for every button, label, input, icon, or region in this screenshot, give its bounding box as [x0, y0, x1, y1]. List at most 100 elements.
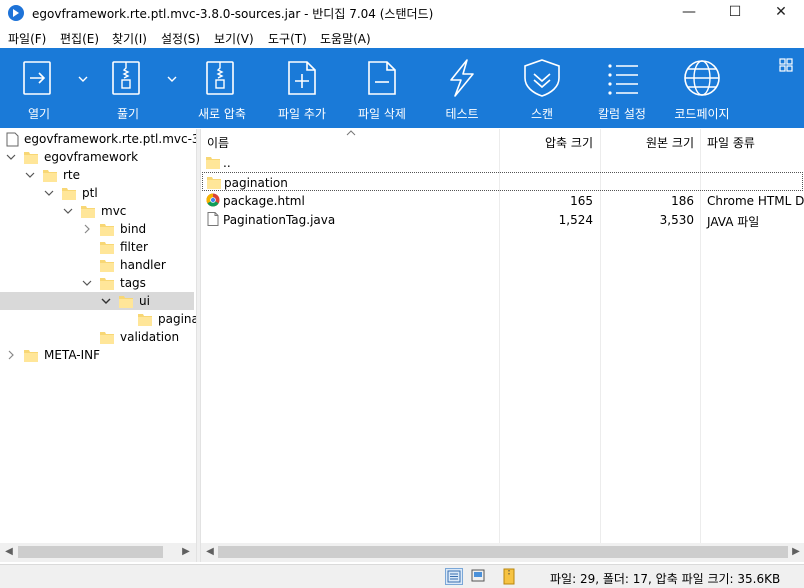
scan-label: 스캔: [530, 107, 554, 121]
tree-item-tags[interactable]: tags: [0, 274, 196, 292]
menu-help[interactable]: 도움말(A): [320, 30, 371, 47]
tree-item-bind[interactable]: bind: [0, 220, 196, 238]
preview-view-button[interactable]: [470, 568, 488, 585]
add-file-button[interactable]: 파일 추가: [263, 48, 341, 128]
new-archive-icon: [183, 58, 261, 98]
extract-dropdown-icon[interactable]: [166, 74, 178, 84]
tree-item-handler[interactable]: handler: [0, 256, 196, 274]
menu-tools[interactable]: 도구(T): [268, 30, 307, 47]
chevron-down-icon[interactable]: [81, 277, 93, 289]
tree-item-mvc[interactable]: mvc: [0, 202, 196, 220]
column-header-packed-size[interactable]: 압축 크기: [501, 129, 593, 151]
scrollbar-thumb[interactable]: [18, 546, 163, 558]
list-horizontal-scrollbar[interactable]: ◀ ▶: [201, 543, 804, 562]
scan-icon: [503, 58, 581, 98]
folder-icon: [100, 260, 114, 272]
menu-file[interactable]: 파일(F): [8, 30, 46, 47]
file-name: ..: [223, 156, 231, 170]
details-view-button[interactable]: [445, 568, 463, 585]
test-button[interactable]: 테스트: [423, 48, 501, 128]
folder-icon: [62, 188, 76, 200]
window-title: egovframework.rte.ptl.mvc-3.8.0-sources.…: [32, 7, 434, 21]
minimize-button[interactable]: —: [666, 0, 712, 26]
chevron-down-icon[interactable]: [24, 169, 36, 181]
archive-file-icon: [6, 132, 19, 147]
menu-find[interactable]: 찾기(I): [112, 30, 147, 47]
folder-icon: [138, 314, 152, 326]
packed-size: 1,524: [558, 213, 593, 227]
tree-item-rte[interactable]: rte: [0, 166, 196, 184]
new-archive-button[interactable]: 새로 압축: [183, 48, 261, 128]
folder-icon: [100, 332, 114, 344]
archive-info-icon: [503, 568, 515, 585]
preview-view-icon: [471, 569, 485, 582]
open-button[interactable]: 열기: [0, 48, 78, 128]
folder-tree[interactable]: egovframework.rte.ptl.mvc-3.8.0 egovfram…: [0, 129, 196, 543]
tree-item-filter[interactable]: filter: [0, 238, 196, 256]
extract-label: 풀기: [116, 107, 140, 121]
column-header-original-size[interactable]: 원본 크기: [602, 129, 694, 151]
scroll-right-icon[interactable]: ▶: [180, 546, 192, 558]
close-button[interactable]: ✕: [758, 0, 804, 26]
document-icon: [207, 212, 219, 226]
chevron-right-icon[interactable]: [5, 349, 17, 361]
scroll-left-icon[interactable]: ◀: [3, 546, 15, 558]
file-row-parent[interactable]: ..: [201, 153, 804, 172]
maximize-button[interactable]: ☐: [712, 0, 758, 26]
chevron-right-icon[interactable]: [81, 223, 93, 235]
menu-settings[interactable]: 설정(S): [161, 30, 200, 47]
open-archive-icon: [0, 58, 78, 98]
extract-button[interactable]: 풀기: [89, 48, 167, 128]
chevron-down-icon[interactable]: [5, 151, 17, 163]
file-row-paginationtag-java[interactable]: PaginationTag.java 1,524 3,530 JAVA 파일: [201, 210, 804, 229]
tree-item-label: egovframework.rte.ptl.mvc-3.8.0: [24, 132, 196, 146]
original-size: 3,530: [659, 213, 694, 227]
tree-item-label: mvc: [101, 204, 127, 218]
tree-item-ui[interactable]: ui: [0, 292, 194, 310]
tree-item-label: bind: [120, 222, 147, 236]
scan-button[interactable]: 스캔: [503, 48, 581, 128]
tree-item-label: validation: [120, 330, 180, 344]
layout-grid-icon[interactable]: [779, 58, 793, 72]
tree-item-label: rte: [63, 168, 81, 182]
codepage-button[interactable]: 코드페이지: [663, 48, 741, 128]
column-header-file-type[interactable]: 파일 종류: [707, 129, 802, 151]
add-file-icon: [263, 58, 341, 98]
tree-item-label: paginat: [158, 312, 196, 326]
folder-icon: [207, 177, 221, 189]
folder-icon: [24, 350, 38, 362]
column-settings-button[interactable]: 칼럼 설정: [583, 48, 661, 128]
archive-info-button[interactable]: [501, 568, 519, 585]
tree-item-root[interactable]: egovframework.rte.ptl.mvc-3.8.0: [0, 130, 196, 148]
packed-size: 165: [570, 194, 593, 208]
scrollbar-thumb[interactable]: [218, 546, 788, 558]
tree-item-label: filter: [120, 240, 148, 254]
menu-edit[interactable]: 편집(E): [60, 30, 99, 47]
file-name: package.html: [223, 194, 305, 208]
tree-item-ptl[interactable]: ptl: [0, 184, 196, 202]
tree-item-egovframework[interactable]: egovframework: [0, 148, 196, 166]
status-bar: 파일: 29, 폴더: 17, 압축 파일 크기: 35.6KB: [0, 564, 804, 588]
chevron-down-icon[interactable]: [100, 295, 112, 307]
chevron-down-icon[interactable]: [62, 205, 74, 217]
toolbar: 열기 풀기 새로 압축 파일 추가 파일 삭제 테스트 스캔 칼럼 설정 코드페…: [0, 48, 804, 128]
tree-item-meta-inf[interactable]: META-INF: [0, 346, 196, 364]
file-row-pagination[interactable]: pagination: [202, 172, 803, 191]
chevron-down-icon[interactable]: [43, 187, 55, 199]
tree-horizontal-scrollbar[interactable]: ◀ ▶: [0, 543, 196, 562]
title-bar: egovframework.rte.ptl.mvc-3.8.0-sources.…: [0, 0, 804, 26]
tree-item-pagination[interactable]: paginat: [0, 310, 196, 328]
scroll-left-icon[interactable]: ◀: [204, 546, 216, 558]
file-row-package-html[interactable]: package.html 165 186 Chrome HTML Do: [201, 191, 804, 210]
file-list[interactable]: 이름 압축 크기 원본 크기 파일 종류 .. pagination packa…: [201, 129, 804, 543]
delete-file-icon: [343, 58, 421, 98]
open-dropdown-icon[interactable]: [77, 74, 89, 84]
menu-view[interactable]: 보기(V): [214, 30, 254, 47]
column-settings-icon: [583, 58, 661, 98]
sort-ascending-icon: [346, 130, 356, 136]
tree-item-validation[interactable]: validation: [0, 328, 196, 346]
codepage-label: 코드페이지: [674, 107, 730, 121]
column-settings-label: 칼럼 설정: [598, 107, 646, 121]
scroll-right-icon[interactable]: ▶: [790, 546, 802, 558]
delete-file-button[interactable]: 파일 삭제: [343, 48, 421, 128]
